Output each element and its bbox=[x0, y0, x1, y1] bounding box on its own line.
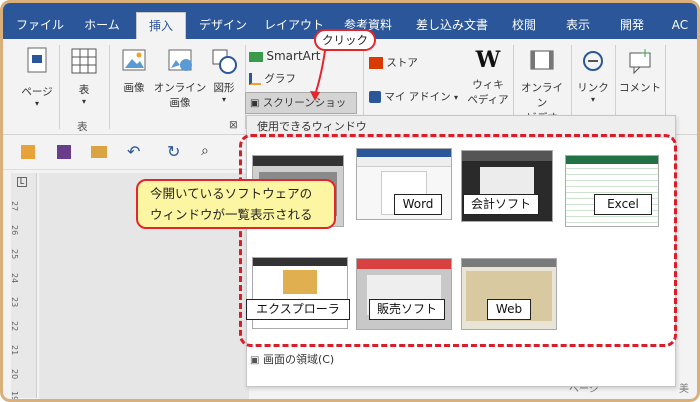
tab-view[interactable]: 表示 bbox=[555, 12, 601, 39]
link-icon bbox=[583, 51, 603, 71]
store-button[interactable]: ストア bbox=[369, 55, 439, 70]
undo-icon[interactable]: ↶ bbox=[127, 142, 140, 161]
shapes-icon bbox=[212, 49, 237, 74]
table-button[interactable]: 表 ▾ bbox=[65, 47, 103, 106]
redo-icon[interactable]: ↻ bbox=[167, 142, 180, 161]
store-label: ストア bbox=[386, 57, 418, 69]
smartart-icon bbox=[249, 52, 263, 62]
chevron-down-icon: ▾ bbox=[81, 97, 86, 106]
tab-developer[interactable]: 開発 bbox=[609, 12, 655, 39]
table-icon bbox=[71, 48, 97, 74]
camera-icon: ▣ bbox=[250, 355, 260, 366]
open-folder-icon[interactable] bbox=[91, 146, 107, 158]
chart-icon bbox=[249, 73, 261, 85]
pages-label: ページ bbox=[21, 86, 53, 98]
chevron-down-icon: ▾ bbox=[221, 95, 226, 104]
save-icon[interactable] bbox=[57, 145, 71, 159]
picture-icon bbox=[122, 49, 146, 71]
picture-button[interactable]: 画像 bbox=[115, 47, 153, 95]
video-icon bbox=[530, 50, 554, 70]
online-picture-button[interactable]: オンライン 画像 bbox=[153, 47, 207, 110]
chevron-down-icon: ▾ bbox=[34, 99, 39, 108]
ruler-number: 23 bbox=[10, 297, 19, 308]
online-picture-label-1: オンライン bbox=[153, 82, 207, 94]
store-icon bbox=[369, 57, 383, 69]
online-video-label-1: オンライン bbox=[521, 82, 563, 109]
tab-design[interactable]: デザイン bbox=[194, 12, 252, 39]
svg-text:+: + bbox=[640, 47, 650, 60]
pages-button[interactable]: ページ ▾ bbox=[17, 47, 57, 108]
wikipedia-button[interactable]: W ウィキ ペディア bbox=[467, 47, 509, 107]
callout-line-1: 今開いているソフトウェアの bbox=[150, 186, 313, 201]
picture-label: 画像 bbox=[123, 82, 145, 94]
ribbon-separator bbox=[59, 45, 60, 129]
screenshot-button[interactable]: ▣ スクリーンショット ▾ bbox=[245, 92, 357, 130]
tab-acrobat[interactable]: AC bbox=[663, 12, 697, 39]
comment-button[interactable]: + コメント bbox=[617, 46, 663, 95]
ruler-number: 21 bbox=[10, 345, 19, 356]
my-addins-label: マイ アドイン bbox=[384, 91, 451, 103]
ruler-number: 26 bbox=[10, 225, 19, 236]
table-label: 表 bbox=[78, 84, 90, 96]
page-icon bbox=[27, 47, 47, 73]
tab-selector-icon[interactable]: L bbox=[17, 177, 27, 187]
print-preview-icon[interactable]: ⌕ bbox=[201, 143, 209, 159]
chevron-down-icon: ▾ bbox=[590, 95, 595, 104]
online-picture-icon bbox=[168, 49, 192, 71]
dialog-launcher-icon[interactable]: ⊠ bbox=[229, 119, 238, 131]
shapes-label: 図形 bbox=[213, 82, 235, 94]
wikipedia-label-1: ウィキ bbox=[472, 79, 504, 91]
online-picture-label-2: 画像 bbox=[169, 97, 191, 109]
ruler-number: 20 bbox=[10, 369, 19, 380]
vertical-ruler: L 27 26 25 24 23 22 21 20 19 bbox=[10, 173, 37, 402]
my-addins-button[interactable]: マイ アドイン ▾ bbox=[369, 89, 469, 104]
tab-file[interactable]: ファイル bbox=[13, 12, 67, 39]
comment-label: コメント bbox=[619, 82, 661, 94]
quick-access-toolbar: ↶ ↻ ⌕ bbox=[3, 136, 248, 170]
ruler-number: 22 bbox=[10, 321, 19, 332]
comment-icon: + bbox=[629, 46, 651, 75]
tab-insert[interactable]: 挿入 bbox=[136, 12, 186, 39]
shapes-button[interactable]: 図形 ▾ bbox=[207, 47, 241, 104]
addins-icon bbox=[369, 91, 381, 103]
chart-label: グラフ bbox=[264, 73, 296, 85]
screenshot-frame: ファイル ホーム 挿入 デザイン レイアウト 参考資料 差し込み文書 校閲 表示… bbox=[0, 0, 700, 402]
new-doc-icon[interactable] bbox=[21, 145, 35, 159]
background-right-label: 美 bbox=[679, 384, 689, 395]
online-video-button[interactable]: オンライン ビデオ bbox=[517, 47, 567, 125]
wikipedia-icon: W bbox=[475, 47, 501, 73]
tab-home[interactable]: ホーム bbox=[77, 12, 127, 39]
camera-icon: ▣ bbox=[250, 98, 260, 109]
table-group-label: 表 bbox=[77, 121, 88, 133]
chevron-down-icon: ▾ bbox=[454, 93, 459, 102]
screen-clipping-label: 画面の領域(C) bbox=[262, 353, 335, 366]
link-button[interactable]: リンク ▾ bbox=[575, 47, 611, 104]
smartart-label: SmartArt bbox=[266, 49, 321, 63]
tab-review[interactable]: 校閲 bbox=[504, 12, 544, 39]
explanation-callout: 今開いているソフトウェアの ウィンドウが一覧表示される bbox=[136, 179, 336, 229]
ruler-number: 24 bbox=[10, 273, 19, 284]
click-annotation: クリック bbox=[314, 29, 376, 51]
ruler-number: 19 bbox=[10, 391, 19, 402]
wikipedia-label-2: ペディア bbox=[467, 94, 509, 106]
ruler-number: 25 bbox=[10, 249, 19, 260]
chart-button[interactable]: グラフ bbox=[249, 71, 319, 86]
tab-mailings[interactable]: 差し込み文書 bbox=[410, 12, 494, 39]
smartart-button[interactable]: SmartArt bbox=[249, 49, 329, 63]
highlight-dashed-box bbox=[239, 134, 677, 347]
ruler-number: 27 bbox=[10, 201, 19, 212]
callout-line-2: ウィンドウが一覧表示される bbox=[150, 207, 313, 222]
link-label: リンク bbox=[577, 82, 609, 94]
screen-clipping-option[interactable]: ▣ 画面の領域(C) bbox=[250, 351, 334, 367]
ribbon-separator bbox=[109, 45, 110, 129]
